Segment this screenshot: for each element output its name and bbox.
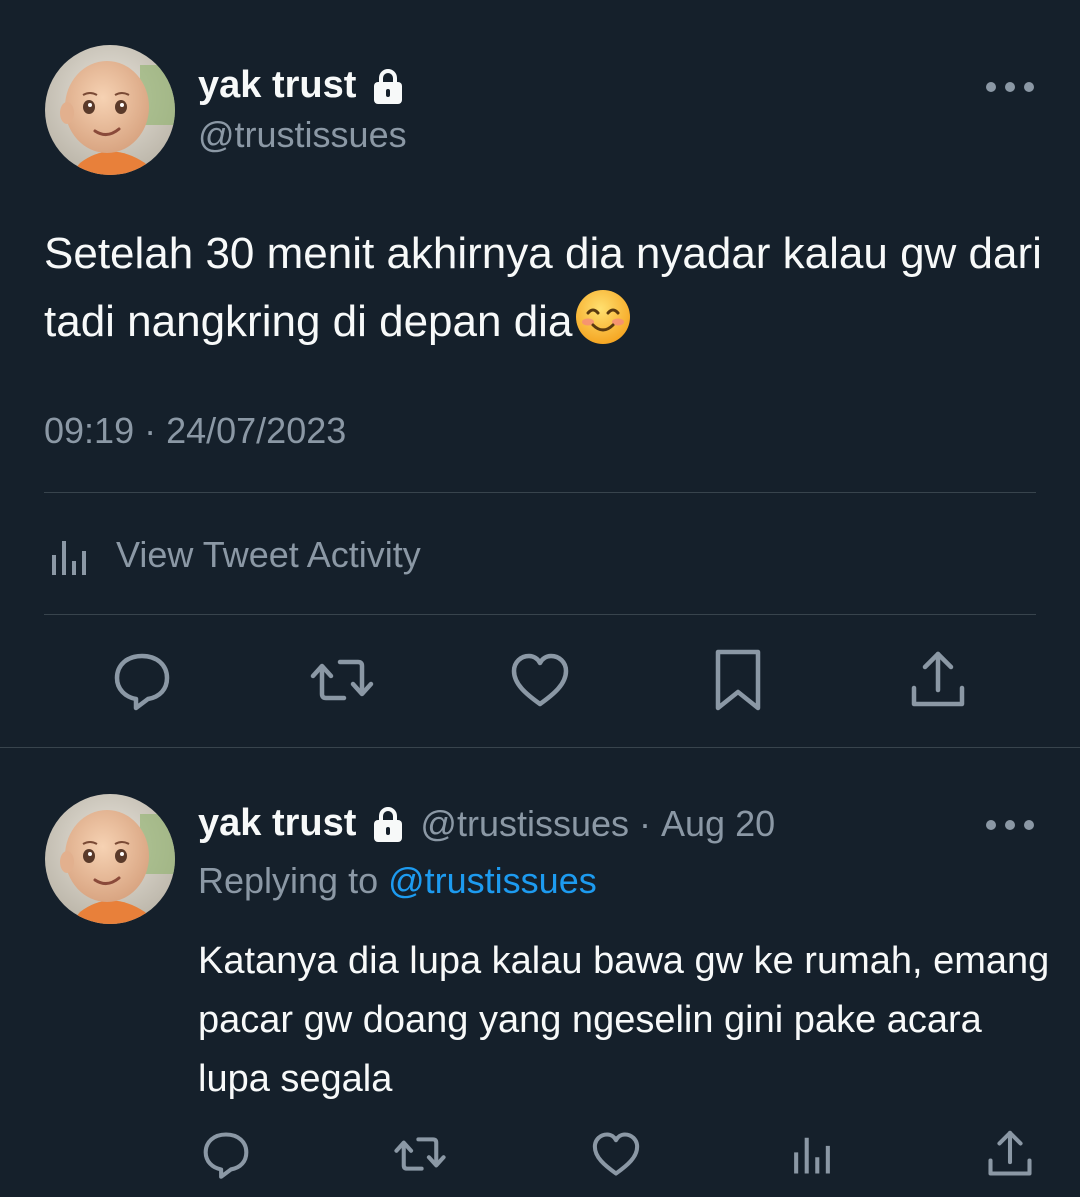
lock-icon [374,68,403,104]
avatar-image [45,45,175,175]
tweet-text: Setelah 30 menit akhirnya dia nyadar kal… [44,220,1044,356]
separator-dot: · [639,802,652,844]
share-button[interactable] [906,648,970,712]
reply-header: yak trust @trustissues · Aug 20 [198,802,775,845]
tweet-date[interactable]: Aug 20 [661,803,775,845]
bookmark-icon [715,649,761,711]
reply-icon [203,1132,249,1179]
more-options-icon[interactable] [984,80,1036,94]
avatar-image [45,794,175,924]
reply-icon [114,653,170,711]
retweet-button[interactable] [310,648,374,712]
tweet-text-content: Setelah 30 menit akhirnya dia nyadar kal… [44,229,1042,346]
divider [44,614,1036,615]
avatar[interactable] [45,45,175,175]
replying-to: Replying to @trustissues [198,860,597,902]
like-button[interactable] [590,1128,642,1180]
retweet-icon [394,1137,446,1171]
reply-button[interactable] [200,1128,252,1180]
views-button[interactable] [786,1128,838,1180]
reply-action-bar [0,1128,1080,1184]
share-button[interactable] [984,1128,1036,1180]
views-icon [794,1137,830,1174]
tweet-action-bar [0,648,1080,718]
section-divider [0,747,1080,748]
main-tweet: yak trust @trustissues Setelah 30 menit … [0,0,1080,747]
display-name-text: yak trust [198,64,357,106]
lock-icon [374,806,403,842]
like-button[interactable] [508,648,572,712]
replying-to-prefix: Replying to [198,860,379,901]
share-icon [911,651,965,707]
like-icon [511,653,569,707]
display-name[interactable]: yak trust [198,802,356,845]
divider [44,492,1036,493]
more-options-icon[interactable] [984,818,1036,832]
reply-button[interactable] [110,648,174,712]
replying-to-handle-link[interactable]: @trustissues [388,860,597,901]
view-tweet-activity-button[interactable]: View Tweet Activity [44,520,421,590]
display-name[interactable]: yak trust [198,64,404,107]
view-tweet-activity-label: View Tweet Activity [116,534,421,575]
tweet-detail-page: yak trust @trustissues Setelah 30 menit … [0,0,1080,1197]
user-handle[interactable]: @trustissues [198,114,407,156]
share-icon [988,1130,1032,1176]
analytics-icon [52,541,86,575]
like-icon [592,1132,640,1176]
retweet-button[interactable] [394,1128,446,1180]
user-handle[interactable]: @trustissues [420,803,629,845]
smiling-face-emoji-icon [576,290,631,344]
tweet-timestamp[interactable]: 09:19 · 24/07/2023 [44,410,346,452]
avatar[interactable] [45,794,175,924]
retweet-icon [310,659,374,701]
bookmark-button[interactable] [706,648,770,712]
reply-text: Katanya dia lupa kalau bawa gw ke rumah,… [198,940,1050,1100]
